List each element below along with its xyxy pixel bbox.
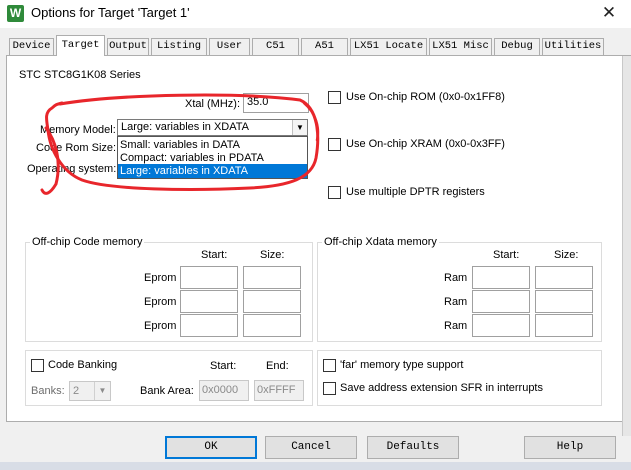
tab-output[interactable]: Output	[107, 38, 149, 55]
background-taskbar-edge	[0, 462, 631, 470]
xdata-size-header: Size:	[554, 249, 579, 261]
bank-area-start[interactable]: 0x0000	[199, 380, 249, 401]
keil-icon: W	[7, 5, 24, 22]
bank-area-label: Bank Area:	[140, 385, 194, 397]
eprom-start-2[interactable]	[180, 290, 238, 313]
eprom-label-1: Eprom	[144, 272, 177, 284]
ok-button[interactable]: OK	[165, 436, 257, 459]
tab-lx51-misc[interactable]: LX51 Misc	[429, 38, 492, 55]
multiple-dptr-checkbox[interactable]	[328, 186, 341, 199]
chevron-down-icon[interactable]: ▼	[292, 120, 307, 135]
device-name: STC STC8G1K08 Series	[19, 69, 141, 81]
bank-end-header: End:	[266, 360, 289, 372]
onchip-rom-checkbox[interactable]	[328, 91, 341, 104]
eprom-label-3: Eprom	[144, 320, 177, 332]
tab-device[interactable]: Device	[9, 38, 54, 55]
banks-label: Banks:	[31, 385, 65, 397]
chevron-down-icon[interactable]: ▼	[94, 382, 110, 400]
eprom-label-2: Eprom	[144, 296, 177, 308]
code-rom-size-label: Code Rom Size:	[36, 142, 117, 154]
ram-label-2: Ram	[444, 296, 468, 308]
eprom-start-3[interactable]	[180, 314, 238, 337]
ram-start-2[interactable]	[472, 290, 530, 313]
tab-debug[interactable]: Debug	[494, 38, 540, 55]
ram-size-2[interactable]	[535, 290, 593, 313]
ram-label-3: Ram	[444, 320, 468, 332]
ram-label-1: Ram	[444, 272, 468, 284]
multiple-dptr-label: Use multiple DPTR registers	[346, 186, 485, 198]
save-address-label: Save address extension SFR in interrupts	[340, 382, 543, 394]
eprom-start-1[interactable]	[180, 266, 238, 289]
tab-utilities[interactable]: Utilities	[542, 38, 604, 55]
memory-model-listbox[interactable]: Small: variables in DATA Compact: variab…	[117, 136, 308, 179]
close-icon[interactable]: ✕	[598, 2, 620, 24]
defaults-button[interactable]: Defaults	[367, 436, 459, 459]
code-size-header: Size:	[260, 249, 285, 261]
memory-model-value: Large: variables in XDATA	[121, 121, 249, 133]
tab-a51[interactable]: A51	[301, 38, 348, 55]
eprom-size-3[interactable]	[243, 314, 301, 337]
far-memory-label: 'far' memory type support	[340, 359, 464, 371]
tab-target[interactable]: Target	[56, 35, 105, 56]
code-start-header: Start:	[201, 249, 228, 261]
background-window-edge	[622, 56, 631, 436]
far-memory-checkbox[interactable]	[323, 359, 336, 372]
xtal-label: Xtal (MHz):	[185, 98, 240, 110]
xdata-start-header: Start:	[493, 249, 520, 261]
xtal-input[interactable]: 35.0	[243, 93, 309, 113]
offchip-code-title: Off-chip Code memory	[30, 236, 145, 248]
code-banking-checkbox[interactable]	[31, 359, 44, 372]
tab-listing[interactable]: Listing	[151, 38, 207, 55]
tab-user[interactable]: User	[209, 38, 250, 55]
ram-size-1[interactable]	[535, 266, 593, 289]
bank-start-header: Start:	[210, 360, 237, 372]
option-large[interactable]: Large: variables in XDATA	[118, 164, 307, 178]
save-address-checkbox[interactable]	[323, 382, 336, 395]
memory-model-label: Memory Model:	[40, 124, 116, 136]
option-compact[interactable]: Compact: variables in PDATA	[118, 151, 307, 165]
code-banking-label: Code Banking	[48, 359, 118, 371]
offchip-xdata-title: Off-chip Xdata memory	[322, 236, 439, 248]
help-button[interactable]: Help	[524, 436, 616, 459]
eprom-size-2[interactable]	[243, 290, 301, 313]
bank-area-end[interactable]: 0xFFFF	[254, 380, 304, 401]
onchip-xram-label: Use On-chip XRAM (0x0-0x3FF)	[346, 138, 505, 150]
tab-c51[interactable]: C51	[252, 38, 299, 55]
cancel-button[interactable]: Cancel	[265, 436, 357, 459]
ram-start-3[interactable]	[472, 314, 530, 337]
memory-model-select[interactable]: Large: variables in XDATA ▼	[117, 119, 308, 136]
onchip-xram-checkbox[interactable]	[328, 138, 341, 151]
banks-select[interactable]: 2 ▼	[69, 381, 111, 401]
banks-value: 2	[73, 385, 80, 397]
onchip-rom-label: Use On-chip ROM (0x0-0x1FF8)	[346, 91, 505, 103]
ram-size-3[interactable]	[535, 314, 593, 337]
window-title: Options for Target 'Target 1'	[31, 5, 190, 20]
option-small[interactable]: Small: variables in DATA	[118, 138, 307, 152]
tab-lx51-locate[interactable]: LX51 Locate	[350, 38, 427, 55]
eprom-size-1[interactable]	[243, 266, 301, 289]
operating-system-label: Operating system:	[27, 163, 117, 175]
ram-start-1[interactable]	[472, 266, 530, 289]
